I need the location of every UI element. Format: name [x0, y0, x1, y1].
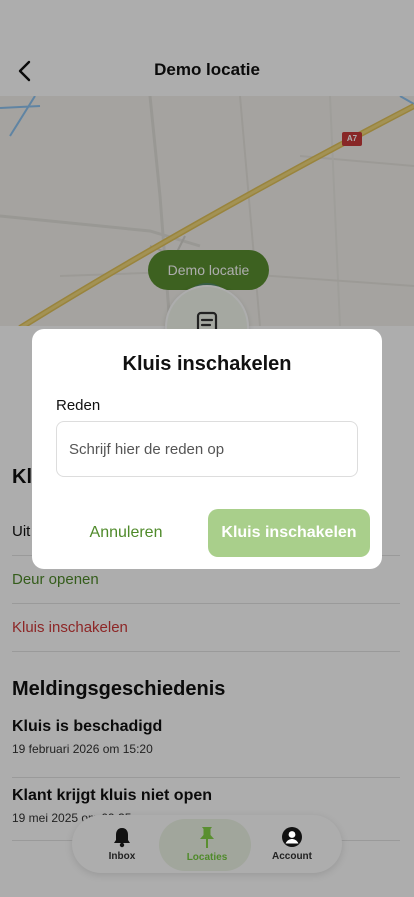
cancel-button[interactable]: Annuleren: [76, 509, 176, 557]
nav-label: Locaties: [186, 852, 228, 863]
reason-input[interactable]: [56, 421, 358, 477]
reason-label: Reden: [56, 397, 101, 414]
nav-label: Inbox: [108, 851, 136, 862]
enable-safe-dialog: Kluis inschakelen Reden Annuleren Kluis …: [32, 329, 382, 569]
pin-icon: [200, 827, 214, 848]
nav-label: Account: [272, 851, 312, 862]
dialog-title: Kluis inschakelen: [122, 353, 292, 375]
user-icon: [282, 827, 302, 847]
enable-safe-button[interactable]: Kluis inschakelen: [208, 509, 370, 557]
bell-icon: [114, 828, 130, 848]
